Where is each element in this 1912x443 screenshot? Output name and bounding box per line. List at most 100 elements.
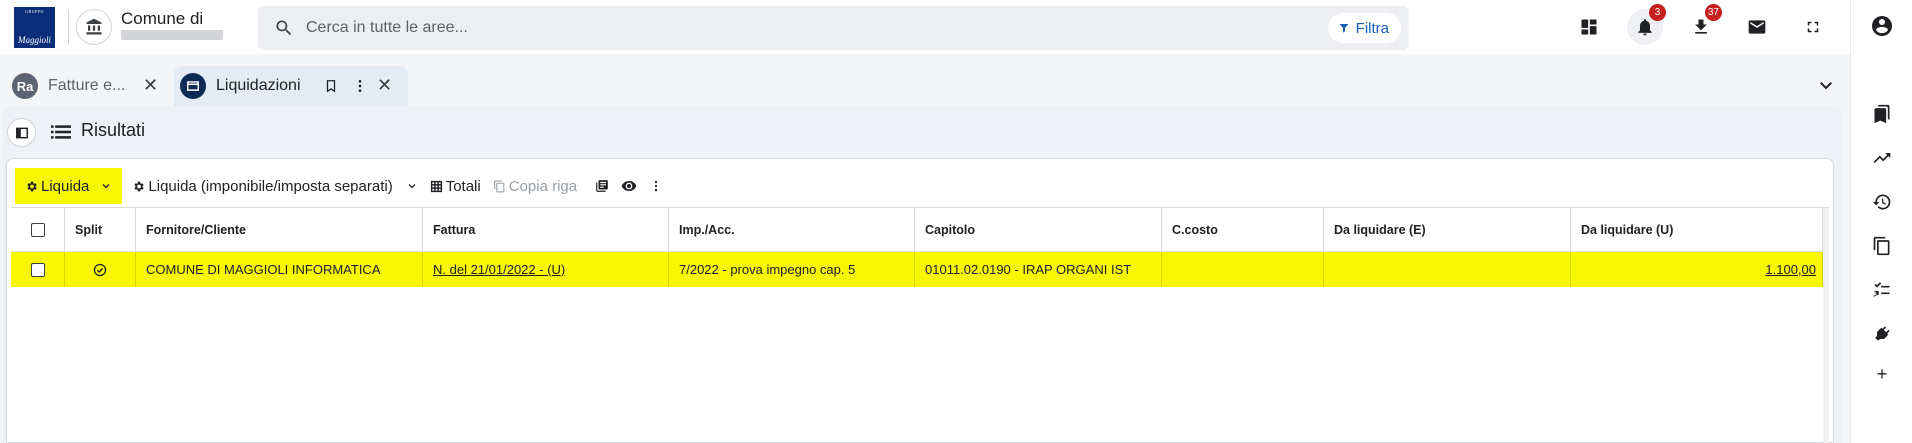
- results-toolbar: Liquida Liquida (imponibile/imposta sepa…: [15, 168, 669, 204]
- download-icon: [1695, 19, 1707, 34]
- tab-label: Liquidazioni: [216, 77, 301, 94]
- close-icon[interactable]: ✕: [143, 75, 158, 96]
- more-vert-icon: [654, 180, 658, 192]
- downloads-badge: 37: [1704, 4, 1722, 21]
- bell-icon: [1638, 19, 1652, 36]
- row-checkbox[interactable]: [30, 262, 45, 277]
- fattura-link[interactable]: N. del 21/01/2022 - (U): [433, 262, 565, 277]
- row-select-cell: [11, 252, 65, 287]
- c-costo-cell: [1162, 252, 1324, 287]
- trends-button[interactable]: [1870, 146, 1894, 170]
- fullscreen-button[interactable]: [1795, 9, 1831, 45]
- plug-icon: [1875, 326, 1890, 341]
- account-icon: [1872, 16, 1892, 36]
- gear-icon: [27, 181, 37, 191]
- tab-liquidazioni[interactable]: Liquidazioni ✕: [174, 66, 408, 106]
- notifications-button[interactable]: 3: [1627, 4, 1666, 45]
- column-header[interactable]: Split: [65, 208, 136, 251]
- maggioli-logo[interactable]: GRUPPO Maggioli: [14, 7, 55, 48]
- chevron-down-icon[interactable]: [1817, 76, 1835, 94]
- downloads-button[interactable]: 37: [1683, 4, 1722, 45]
- right-rail: +: [1850, 0, 1912, 443]
- filter-button[interactable]: Filtra: [1327, 13, 1401, 43]
- liquida-separati-button[interactable]: Liquida (imponibile/imposta separati): [126, 168, 423, 204]
- da-liquidare-e-cell: [1324, 252, 1571, 287]
- results-container: Liquida Liquida (imponibile/imposta sepa…: [6, 158, 1834, 443]
- tab-label: Fatture e...: [48, 77, 126, 94]
- tab-fatture[interactable]: Ra Fatture e... ✕: [6, 66, 167, 106]
- history-button[interactable]: [1870, 190, 1894, 214]
- column-header[interactable]: C.costo: [1162, 208, 1324, 251]
- search-input[interactable]: [306, 16, 1206, 40]
- grid-scrollbar[interactable]: [1823, 208, 1829, 443]
- chevron-down-icon: [408, 184, 416, 189]
- toggle-sidebar-button[interactable]: [7, 118, 36, 147]
- chevron-down-icon: [102, 184, 110, 189]
- checklist-button[interactable]: [1870, 278, 1894, 302]
- bookmarks-icon: [1874, 104, 1890, 124]
- column-header[interactable]: Fornitore/Cliente: [136, 208, 423, 251]
- bookmark-icon[interactable]: [324, 78, 338, 94]
- gear-icon: [134, 181, 145, 191]
- top-bar: GRUPPO Maggioli Comune di Filtra 3 37: [0, 0, 1850, 54]
- fattura-cell: N. del 21/01/2022 - (U): [423, 252, 669, 287]
- panel-header: Risultati: [3, 106, 1843, 156]
- check-circle-icon: [93, 263, 107, 276]
- table-icon: [430, 180, 442, 192]
- split-cell: [65, 252, 136, 287]
- divider: [68, 10, 69, 44]
- sidebar-toggle-icon: [15, 127, 28, 138]
- duplicate-button[interactable]: [589, 168, 615, 204]
- more-vert-icon[interactable]: [352, 78, 368, 94]
- more-actions-button[interactable]: [643, 168, 669, 204]
- institution-icon[interactable]: [76, 9, 112, 45]
- fullscreen-icon: [1807, 21, 1819, 33]
- filter-icon: [1339, 24, 1349, 33]
- fornitore-cell: COMUNE DI MAGGIOLI INFORMATICA: [136, 252, 423, 287]
- column-header[interactable]: Da liquidare (E): [1324, 208, 1571, 251]
- close-icon[interactable]: ✕: [377, 75, 392, 96]
- checklist-icon: [1873, 282, 1890, 298]
- copy-icon: [1873, 236, 1890, 256]
- mail-icon: [1748, 20, 1766, 34]
- library-icon: [596, 180, 608, 192]
- column-header[interactable]: Da liquidare (U): [1571, 208, 1823, 251]
- search-icon: [276, 20, 292, 36]
- dashboard-button[interactable]: [1571, 9, 1607, 45]
- history-icon: [1872, 194, 1891, 210]
- column-header[interactable]: Capitolo: [915, 208, 1162, 251]
- select-all-checkbox[interactable]: [30, 222, 45, 237]
- notifications-badge: 3: [1649, 4, 1666, 21]
- eye-icon: [621, 181, 637, 191]
- select-all-cell: [11, 208, 65, 251]
- mail-button[interactable]: [1739, 9, 1775, 45]
- clipboard-button[interactable]: [1870, 234, 1894, 258]
- plugin-button[interactable]: [1870, 322, 1894, 346]
- results-grid: Split Fornitore/Cliente Fattura Imp./Acc…: [11, 207, 1829, 443]
- tab-bar: Ra Fatture e... ✕ Liquidazioni ✕: [0, 54, 1850, 106]
- column-header[interactable]: Imp./Acc.: [669, 208, 915, 251]
- totali-button[interactable]: Totali: [424, 168, 487, 204]
- liquida-button[interactable]: Liquida: [15, 168, 123, 204]
- view-button[interactable]: [615, 168, 643, 204]
- global-search: Filtra: [258, 6, 1409, 50]
- table-row[interactable]: COMUNE DI MAGGIOLI INFORMATICA N. del 21…: [11, 252, 1823, 287]
- tab-avatar-icon: Ra: [12, 73, 38, 99]
- da-liquidare-u-link[interactable]: 1.100,00: [1765, 262, 1816, 277]
- table-header-row: Split Fornitore/Cliente Fattura Imp./Acc…: [11, 208, 1823, 252]
- institution-title: Comune di: [121, 9, 204, 28]
- da-liquidare-u-cell: 1.100,00: [1571, 252, 1823, 287]
- trending-up-icon: [1873, 153, 1891, 163]
- account-button[interactable]: [1870, 14, 1894, 38]
- capitolo-cell: 01011.02.0190 - IRAP ORGANI IST: [915, 252, 1162, 287]
- list-icon: [51, 125, 71, 139]
- tab-window-icon: [180, 73, 206, 99]
- column-header[interactable]: Fattura: [423, 208, 669, 251]
- institution-name-redacted: [121, 30, 223, 40]
- panel-title: Risultati: [81, 120, 146, 140]
- add-button[interactable]: +: [1870, 362, 1894, 386]
- copia-riga-button[interactable]: Copia riga: [487, 168, 583, 204]
- copy-icon: [493, 180, 505, 192]
- results-panel: Risultati Liquida Liquida (imponibile/im…: [3, 106, 1843, 443]
- bookmarks-button[interactable]: [1870, 102, 1894, 126]
